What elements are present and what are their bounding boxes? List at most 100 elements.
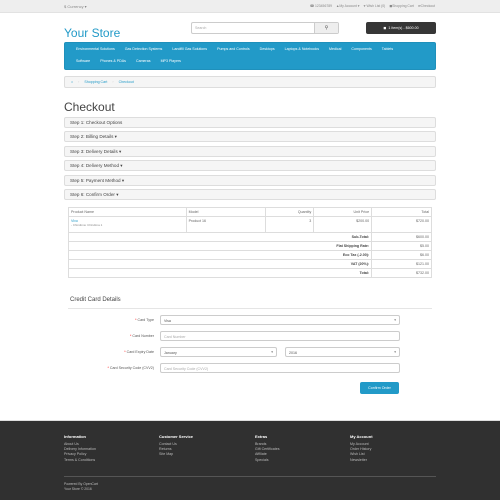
checkout-steps: Step 1: Checkout Options Step 2: Billing… (64, 117, 436, 203)
total-cell: $720.00 (371, 216, 432, 233)
menu-item[interactable]: Pumps and Controls (212, 43, 255, 55)
totals-label: Flat Shipping Rate: (67, 241, 373, 251)
divider (68, 308, 432, 309)
top-links: ☎ 123456789 ▲My Account ▾ ♥ Wish List (0… (310, 4, 435, 8)
menu-item[interactable]: Software (71, 55, 95, 67)
footer-customer-service: Customer Service Contact Us Returns Site… (159, 434, 193, 458)
footer-heading: My Account (350, 434, 373, 439)
card-type-label-text: Card Type (137, 318, 154, 322)
wish-list-link[interactable]: ♥ Wish List (0) (364, 4, 386, 8)
menu-row-1: Environmental Solutions Gas Detection Sy… (65, 43, 435, 55)
footer-link[interactable]: Specials (255, 458, 280, 463)
breadcrumb-separator: › (78, 80, 80, 84)
col-product-name: Product Name (68, 207, 187, 217)
footer-heading: Information (64, 434, 86, 439)
step-delivery-method[interactable]: Step 4: Delivery Method ▾ (64, 160, 436, 172)
totals-row: Total: $732.00 (67, 268, 432, 278)
expiry-month-select[interactable]: January ▾ (160, 347, 277, 357)
card-number-label-text: Card Number (132, 334, 154, 338)
footer-divider (64, 476, 436, 477)
cvv-input[interactable]: Card Security Code (CVV2) (160, 363, 400, 373)
shopping-cart-link[interactable]: ◼Shopping Cart (389, 4, 414, 8)
menu-item[interactable]: Environmental Solutions (71, 43, 120, 55)
step-confirm-order[interactable]: Step 6: Confirm Order ▾ (64, 188, 436, 200)
search-box: Search ⚲ (191, 22, 339, 34)
phone-link[interactable]: ☎ 123456789 (310, 4, 332, 8)
totals-value: $6.00 (371, 250, 432, 260)
totals-row: Sub-Total: $600.00 (67, 232, 432, 242)
confirm-order-button[interactable]: Confirm Order (360, 382, 399, 394)
totals-label: Total: (67, 268, 373, 278)
quantity-cell: 3 (265, 216, 315, 233)
col-total: Total (371, 207, 432, 217)
step-billing-details[interactable]: Step 2: Billing Details ▾ (64, 131, 436, 143)
cvv-label: * Card Security Code (CVV2) (107, 366, 154, 370)
top-bar: $ Currency ▾ ☎ 123456789 ▲My Account ▾ ♥… (0, 0, 500, 13)
footer-link[interactable]: Site Map (159, 452, 193, 457)
cvv-label-text: Card Security Code (CVV2) (109, 366, 154, 370)
menu-item[interactable]: Cameras (131, 55, 156, 67)
unit-price-cell: $200.00 (313, 216, 373, 233)
breadcrumb-shopping-cart[interactable]: Shopping Cart (84, 80, 107, 84)
footer-heading: Customer Service (159, 434, 194, 439)
step-delivery-details[interactable]: Step 3: Delivery Details ▾ (64, 145, 436, 157)
footer-link[interactable]: Terms & Conditions (64, 458, 96, 463)
menu-item[interactable]: Phones & PDAs (95, 55, 131, 67)
table-row: Vivo - Chindima: Chindima 1 Product 16 3… (68, 216, 432, 233)
totals-row: Flat Shipping Rate: $5.00 (67, 241, 432, 251)
step-checkout-options[interactable]: Step 1: Checkout Options (64, 117, 436, 128)
menu-item[interactable]: Laptops & Notebooks (280, 43, 324, 55)
card-type-value: Visa (164, 318, 171, 323)
menu-item[interactable]: Components (346, 43, 376, 55)
product-cell: Vivo - Chindima: Chindima 1 (68, 216, 187, 233)
footer-my-account: My Account My Account Order History Wish… (350, 434, 373, 463)
checkout-link[interactable]: ➦Checkout (418, 4, 435, 8)
footer-link[interactable]: Newsletter (350, 458, 373, 463)
col-unit-price: Unit Price (313, 207, 373, 217)
breadcrumb: ⌂ › Shopping Cart › Checkout (64, 76, 436, 88)
totals-row: Eco Tax (-2.00): $6.00 (67, 250, 432, 260)
search-input[interactable]: Search (192, 23, 314, 33)
card-number-input[interactable]: Card Number (160, 331, 400, 341)
col-model: Model (185, 207, 267, 217)
footer-information: Information About Us Delivery Informatio… (64, 434, 96, 463)
totals-value: $732.00 (371, 268, 432, 278)
category-menu: Environmental Solutions Gas Detection Sy… (64, 42, 436, 70)
search-button[interactable]: ⚲ (314, 23, 338, 33)
expiry-year-value: 2016 (289, 350, 297, 355)
menu-item[interactable]: Gas Detection Systems (120, 43, 168, 55)
order-table: Product Name Model Quantity Unit Price T… (67, 207, 432, 278)
footer-heading: Extras (255, 434, 268, 439)
page-title: Checkout (64, 100, 115, 114)
menu-item[interactable]: Desktops (255, 43, 280, 55)
search-icon: ⚲ (324, 25, 329, 31)
chevron-down-icon: ▾ (394, 350, 396, 355)
menu-item[interactable]: MP3 Players (156, 55, 186, 67)
store-logo[interactable]: Your Store (64, 26, 120, 40)
totals-label: Sub-Total: (67, 232, 373, 242)
my-account-link[interactable]: ▲My Account ▾ (336, 4, 360, 8)
currency-dropdown[interactable]: $ Currency ▾ (64, 4, 87, 9)
shopping-cart-label: Shopping Cart (392, 4, 414, 8)
footer: Information About Us Delivery Informatio… (0, 420, 500, 500)
expiry-year-select[interactable]: 2016 ▾ (285, 347, 400, 357)
cart-button[interactable]: ◼ 1 item(s) - $600.00 (366, 22, 436, 34)
expiry-label-text: Card Expiry Date (126, 350, 154, 354)
totals-label: VAT (20%): (67, 259, 373, 269)
col-quantity: Quantity (265, 207, 315, 217)
checkout-label: Checkout (420, 4, 435, 8)
breadcrumb-checkout[interactable]: Checkout (119, 80, 134, 84)
card-type-select[interactable]: Visa ▾ (160, 315, 400, 325)
cart-summary: 1 item(s) - $600.00 (388, 26, 419, 30)
menu-item[interactable]: Landfill Gas Solutions (167, 43, 212, 55)
step-payment-method[interactable]: Step 5: Payment Method ▾ (64, 174, 436, 186)
totals-value: $5.00 (371, 241, 432, 251)
card-type-label: * Card Type (135, 318, 154, 322)
menu-item[interactable]: Tablets (377, 43, 398, 55)
expiry-label: * Card Expiry Date (124, 350, 154, 354)
menu-row-2: Software Phones & PDAs Cameras MP3 Playe… (65, 55, 435, 67)
home-icon[interactable]: ⌂ (71, 80, 73, 84)
totals-value: $121.00 (371, 259, 432, 269)
menu-item[interactable]: Medical (324, 43, 346, 55)
breadcrumb-separator: › (112, 80, 114, 84)
